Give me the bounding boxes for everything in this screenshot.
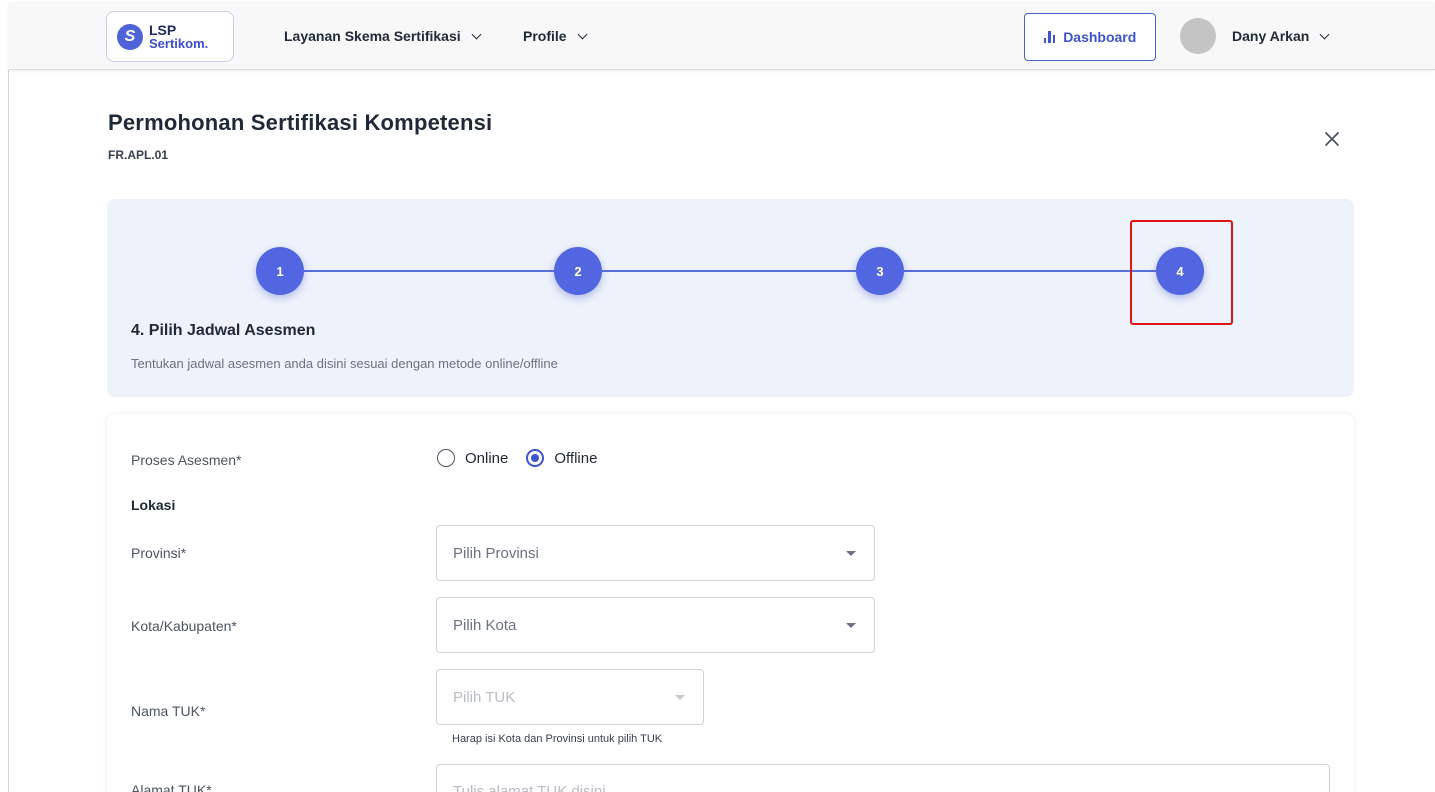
radio-offline-label[interactable]: Offline [554, 450, 597, 467]
dashboard-label: Dashboard [1063, 29, 1137, 45]
logo-line2: Sertikom. [149, 35, 209, 51]
step-connector [904, 270, 1156, 272]
kota-placeholder: Pilih Kota [453, 616, 517, 634]
tuk-placeholder: Pilih TUK [453, 688, 516, 706]
proses-asesmen-label: Proses Asesmen* [131, 452, 242, 468]
tuk-helper-text: Harap isi Kota dan Provinsi untuk pilih … [452, 733, 663, 745]
logo-line1: LSP [149, 21, 177, 38]
logo-text: LSP Sertikom. [149, 21, 209, 51]
step-3[interactable]: 3 [856, 247, 904, 295]
kota-label: Kota/Kabupaten* [131, 618, 237, 634]
radio-online-label[interactable]: Online [465, 450, 508, 467]
chevron-down-icon [1319, 29, 1330, 39]
page-title: Permohonan Sertifikasi Kompetensi [108, 110, 493, 135]
chevron-down-icon [577, 29, 588, 39]
dropdown-arrow-icon [675, 695, 685, 700]
dropdown-arrow-icon [846, 551, 856, 556]
step-description: Tentukan jadwal asesmen anda disini sesu… [131, 356, 558, 371]
step-2[interactable]: 2 [554, 247, 602, 295]
radio-online[interactable] [437, 449, 455, 467]
form-code: FR.APL.01 [108, 148, 169, 162]
lokasi-heading: Lokasi [131, 497, 176, 513]
alamat-tuk-placeholder: Tulis alamat TUK disini [453, 783, 606, 792]
active-step-highlight [1130, 220, 1233, 325]
user-menu[interactable]: Dany Arkan [1232, 28, 1330, 44]
bar-chart-icon [1043, 31, 1056, 43]
user-name: Dany Arkan [1232, 28, 1310, 44]
chevron-down-icon [471, 29, 482, 39]
tuk-select[interactable]: Pilih TUK [436, 669, 704, 725]
radio-offline[interactable] [526, 449, 545, 467]
provinsi-placeholder: Pilih Provinsi [453, 544, 539, 562]
proses-asesmen-radio-group: Online Offline [437, 449, 597, 467]
step-connector [304, 270, 554, 272]
frame-border [8, 70, 9, 792]
nav-profile[interactable]: Profile [523, 28, 588, 44]
provinsi-select[interactable]: Pilih Provinsi [436, 525, 875, 581]
avatar[interactable] [1180, 18, 1216, 54]
step-connector [602, 270, 856, 272]
step-heading: 4. Pilih Jadwal Asesmen [131, 322, 316, 339]
dropdown-arrow-icon [846, 623, 856, 628]
dashboard-button[interactable]: Dashboard [1024, 13, 1156, 61]
nav-layanan-label: Layanan Skema Sertifikasi [284, 28, 461, 44]
close-icon[interactable] [1322, 129, 1342, 149]
step-1[interactable]: 1 [256, 247, 304, 295]
logo[interactable]: S LSP Sertikom. [106, 11, 234, 62]
alamat-tuk-label: Alamat TUK* [131, 782, 212, 792]
nav-profile-label: Profile [523, 28, 567, 44]
top-navbar: S LSP Sertikom. Layanan Skema Sertifikas… [9, 2, 1435, 70]
logo-badge-icon: S [117, 23, 143, 50]
nav-layanan-skema[interactable]: Layanan Skema Sertifikasi [284, 28, 482, 44]
nama-tuk-label: Nama TUK* [131, 703, 206, 719]
provinsi-label: Provinsi* [131, 545, 187, 561]
app-window: S LSP Sertikom. Layanan Skema Sertifikas… [0, 0, 1435, 792]
alamat-tuk-input[interactable]: Tulis alamat TUK disini [436, 764, 1330, 792]
kota-select[interactable]: Pilih Kota [436, 597, 875, 653]
